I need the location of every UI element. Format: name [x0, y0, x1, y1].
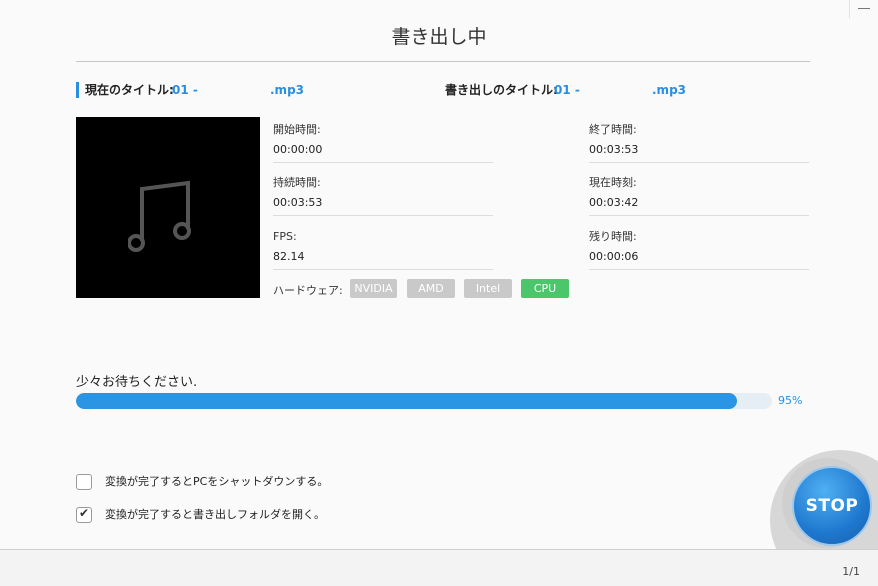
hardware-cpu-chip: CPU — [521, 279, 569, 298]
output-title-label: 書き出しのタイトル: — [445, 83, 558, 97]
current-title-ext: .mp3 — [270, 83, 305, 97]
field-divider — [589, 215, 809, 216]
fps-value: 82.14 — [273, 250, 305, 263]
end-time-label: 終了時間: — [589, 123, 637, 136]
page-title: 書き出し中 — [391, 26, 487, 48]
footer-bar — [0, 550, 878, 586]
duration-label: 持続時間: — [273, 176, 321, 189]
field-divider — [273, 215, 493, 216]
fps-field: FPS: 82.14 — [273, 229, 493, 270]
progress-bar — [76, 393, 772, 409]
field-divider — [589, 162, 809, 163]
open-folder-checkbox[interactable]: ✔ — [76, 506, 92, 523]
checkmark-icon: ✔ — [79, 506, 90, 520]
minimize-button[interactable] — [849, 0, 878, 18]
output-title-ext: .mp3 — [652, 83, 687, 97]
current-time-value: 00:03:42 — [589, 196, 639, 209]
duration-field: 持続時間: 00:03:53 — [273, 175, 493, 216]
current-time-field: 現在時刻: 00:03:42 — [589, 175, 809, 216]
music-note-icon — [128, 180, 191, 252]
stop-button[interactable]: STOP — [792, 466, 872, 546]
progress-percent: 95% — [778, 394, 803, 407]
hardware-amd-chip: AMD — [407, 279, 455, 298]
current-title-label: 現在のタイトル: — [76, 82, 174, 98]
fps-label: FPS: — [273, 230, 297, 243]
wait-message: 少々お待ちください. — [76, 375, 198, 390]
current-time-label: 現在時刻: — [589, 176, 637, 189]
hardware-intel-chip: Intel — [464, 279, 512, 298]
duration-value: 00:03:53 — [273, 196, 323, 209]
hardware-label: ハードウェア: — [273, 284, 343, 297]
end-time-field: 終了時間: 00:03:53 — [589, 122, 809, 163]
remaining-time-label: 残り時間: — [589, 230, 637, 243]
current-title-prefix: 01 - — [172, 83, 198, 97]
hardware-nvidia-chip: NVIDIA — [350, 279, 397, 298]
open-folder-option-label: 変換が完了すると書き出しフォルダを開く。 — [105, 508, 325, 521]
shutdown-option-label: 変換が完了するとPCをシャットダウンする。 — [105, 475, 329, 488]
field-divider — [589, 269, 809, 270]
title-divider — [76, 61, 810, 62]
remaining-time-field: 残り時間: 00:00:06 — [589, 229, 809, 270]
start-time-value: 00:00:00 — [273, 143, 323, 156]
remaining-time-value: 00:00:06 — [589, 250, 639, 263]
stop-button-area: STOP — [752, 448, 878, 550]
output-title-prefix: 01 - — [554, 83, 580, 97]
start-time-field: 開始時間: 00:00:00 — [273, 122, 493, 163]
end-time-value: 00:03:53 — [589, 143, 639, 156]
field-divider — [273, 269, 493, 270]
progress-fill — [76, 393, 738, 409]
field-divider — [273, 162, 493, 163]
export-window: 書き出し中 現在のタイトル: 01 - .mp3 書き出しのタイトル: 01 -… — [0, 0, 878, 586]
album-art — [76, 117, 260, 298]
shutdown-checkbox[interactable] — [76, 474, 92, 490]
start-time-label: 開始時間: — [273, 123, 321, 136]
page-counter: 1/1 — [842, 565, 860, 578]
